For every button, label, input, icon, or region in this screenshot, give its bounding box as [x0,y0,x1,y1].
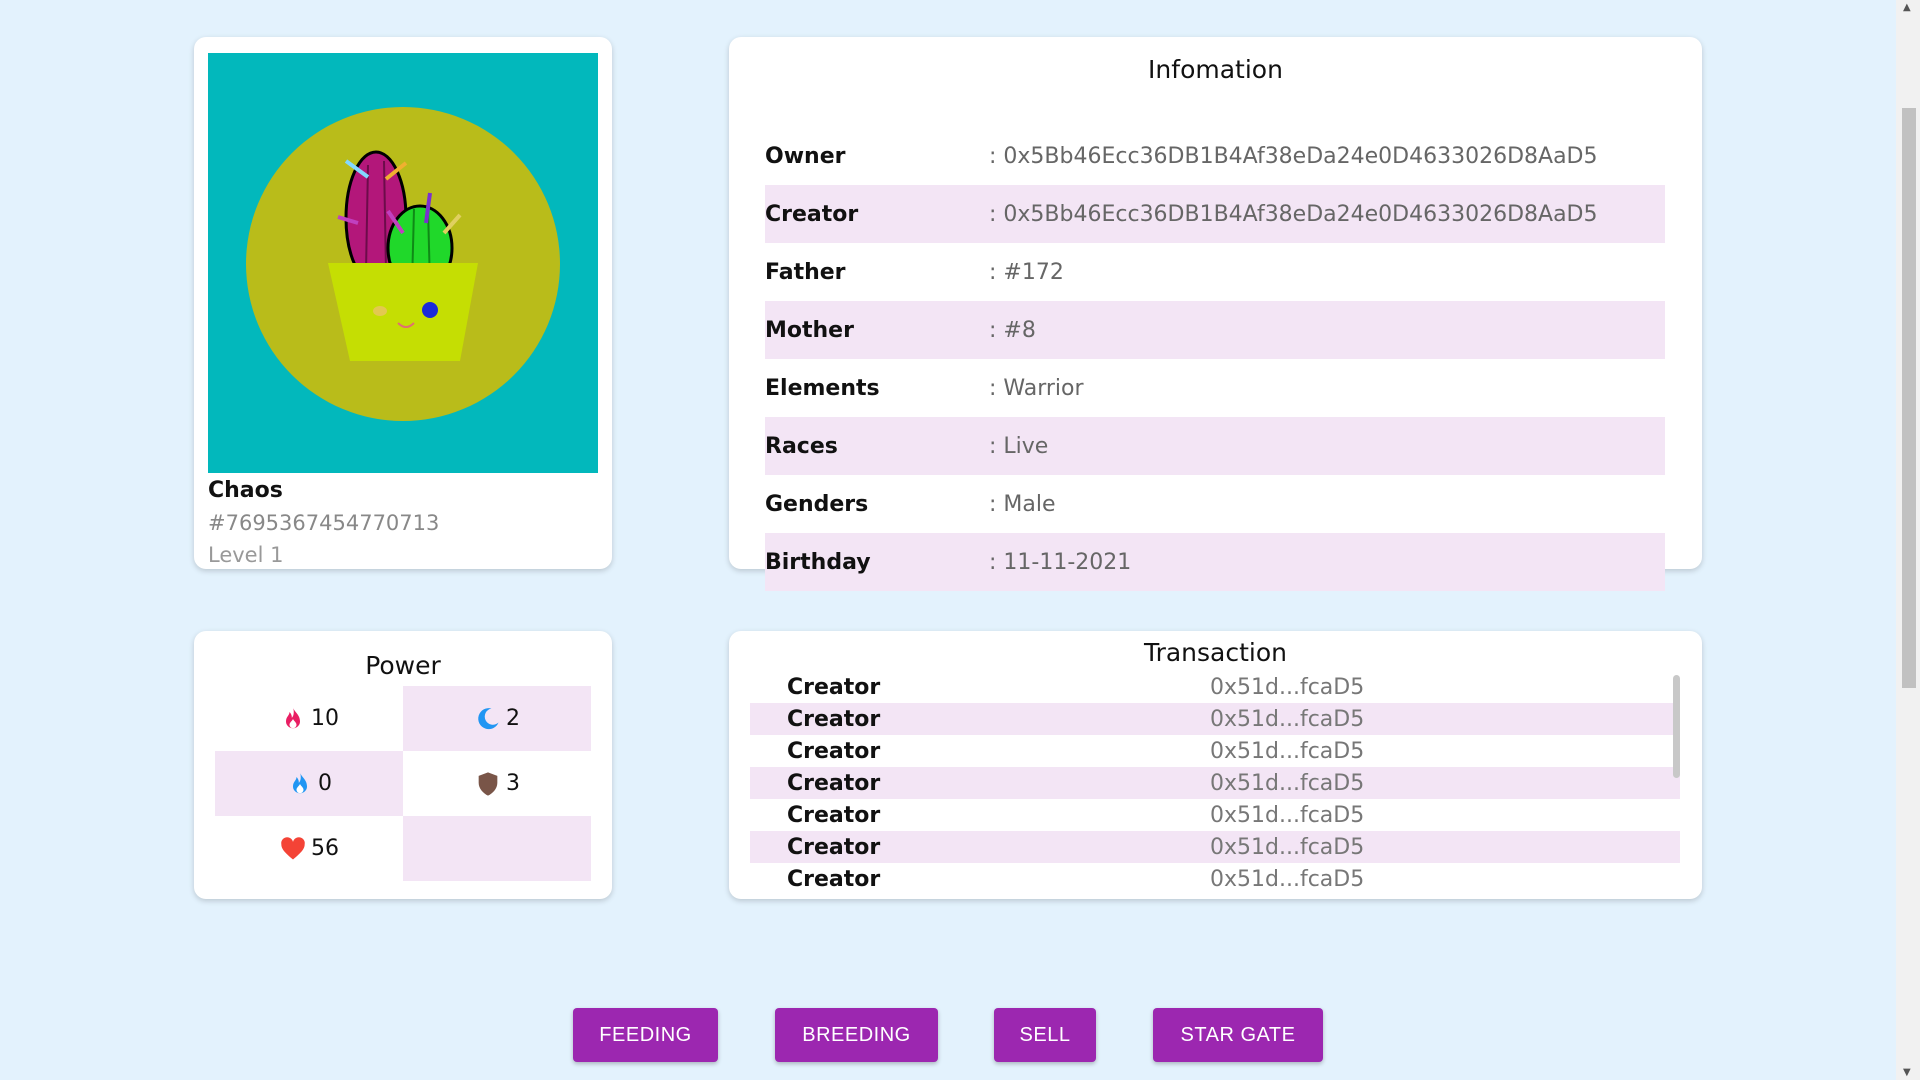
page-scroll-thumb[interactable] [1902,108,1916,688]
transaction-title: Transaction [1143,638,1288,667]
breeding-button[interactable]: BREEDING [775,1008,938,1062]
power-empty-cell [403,816,591,881]
info-label: Birthday [765,549,871,575]
info-row-genders: Genders : Male [765,475,1665,533]
transaction-type: Creator [787,802,881,828]
transaction-card: Transaction Creator 0x51d...fcaD5 Creato… [729,631,1702,899]
moon-icon [478,707,499,729]
page-scrollbar[interactable]: ▲ ▼ [1896,0,1920,1080]
nft-name: Chaos [208,478,283,503]
info-label: Genders [765,491,869,517]
info-label: Owner [765,143,846,169]
transaction-type: Creator [787,738,881,764]
info-row-races: Races : Live [765,417,1665,475]
transaction-row: Creator 0x51d...fcaD5 [750,799,1680,831]
info-label: Father [765,259,846,285]
transaction-row: Creator 0x51d...fcaD5 [750,831,1680,863]
information-table: Owner : 0x5Bb46Ecc36DB1B4Af38eDa24e0D463… [765,127,1665,591]
transaction-address: 0x51d...fcaD5 [1210,738,1365,764]
power-value: 56 [311,836,339,861]
water-flame-icon [293,771,307,793]
action-bar: FEEDING BREEDING SELL STAR GATE [0,1008,1920,1062]
power-value: 3 [506,771,520,796]
transaction-address: 0x51d...fcaD5 [1210,802,1365,828]
info-value: : 0x5Bb46Ecc36DB1B4Af38eDa24e0D4633026D8… [989,201,1598,227]
transaction-row: Creator 0x51d...fcaD5 [750,767,1680,799]
transaction-type: Creator [787,674,881,700]
scroll-down-arrow-icon[interactable]: ▼ [1903,1067,1911,1078]
power-title: Power [365,651,441,680]
power-stat-moon: 2 [403,686,591,751]
info-label: Creator [765,201,859,227]
info-row-mother: Mother : #8 [765,301,1665,359]
transaction-address: 0x51d...fcaD5 [1210,834,1365,860]
transaction-type: Creator [787,866,881,892]
nft-level: Level 1 [208,543,284,567]
info-row-creator: Creator : 0x5Bb46Ecc36DB1B4Af38eDa24e0D4… [765,185,1665,243]
info-label: Elements [765,375,880,401]
shield-icon [478,771,498,796]
info-value: : #8 [989,317,1036,343]
transaction-type: Creator [787,834,881,860]
info-row-birthday: Birthday : 11-11-2021 [765,533,1665,591]
information-card: Infomation Owner : 0x5Bb46Ecc36DB1B4Af38… [729,37,1702,591]
info-row-father: Father : #172 [765,243,1665,301]
power-value: 10 [311,706,339,731]
transaction-row: Creator 0x51d...fcaD5 [750,703,1680,735]
nft-id: #7695367454770713 [208,511,440,535]
info-value: : 0x5Bb46Ecc36DB1B4Af38eDa24e0D4633026D8… [989,143,1598,169]
transaction-address: 0x51d...fcaD5 [1210,674,1365,700]
star-gate-button[interactable]: STAR GATE [1153,1008,1323,1062]
transaction-address: 0x51d...fcaD5 [1210,866,1365,892]
transaction-scrollbar[interactable] [1673,675,1680,778]
transaction-type: Creator [787,770,881,796]
transaction-type: Creator [787,706,881,732]
heart-icon [281,836,305,859]
fire-icon [286,706,300,728]
feeding-button[interactable]: FEEDING [573,1008,718,1062]
power-stat-water: 0 [215,751,403,816]
info-value: : Warrior [989,375,1084,401]
transaction-row: Creator 0x51d...fcaD5 [750,735,1680,767]
info-value: : #172 [989,259,1064,285]
sell-button[interactable]: SELL [994,1008,1096,1062]
information-title: Infomation [1148,55,1283,84]
info-label: Races [765,433,838,459]
info-row-elements: Elements : Warrior [765,359,1665,417]
info-value: : Live [989,433,1049,459]
transaction-row: Creator 0x51d...fcaD5 [750,863,1680,895]
power-card: Power 10 2 0 3 56 [194,631,612,899]
power-grid: 10 2 0 3 56 [215,686,591,881]
power-value: 2 [506,706,520,731]
transaction-address: 0x51d...fcaD5 [1210,706,1365,732]
info-row-owner: Owner : 0x5Bb46Ecc36DB1B4Af38eDa24e0D463… [765,127,1665,185]
cactus-nft-image [208,53,598,473]
transaction-address: 0x51d...fcaD5 [1210,770,1365,796]
power-stat-fire: 10 [215,686,403,751]
info-value: : 11-11-2021 [989,549,1132,575]
scroll-up-arrow-icon[interactable]: ▲ [1903,2,1911,13]
power-stat-shield: 3 [403,751,591,816]
info-value: : Male [989,491,1056,517]
info-label: Mother [765,317,854,343]
transaction-row: Creator 0x51d...fcaD5 [750,671,1680,703]
nft-card: Chaos #7695367454770713 Level 1 [194,37,612,569]
power-stat-heart: 56 [215,816,403,881]
transaction-list[interactable]: Creator 0x51d...fcaD5 Creator 0x51d...fc… [750,671,1680,895]
power-value: 0 [318,771,332,796]
